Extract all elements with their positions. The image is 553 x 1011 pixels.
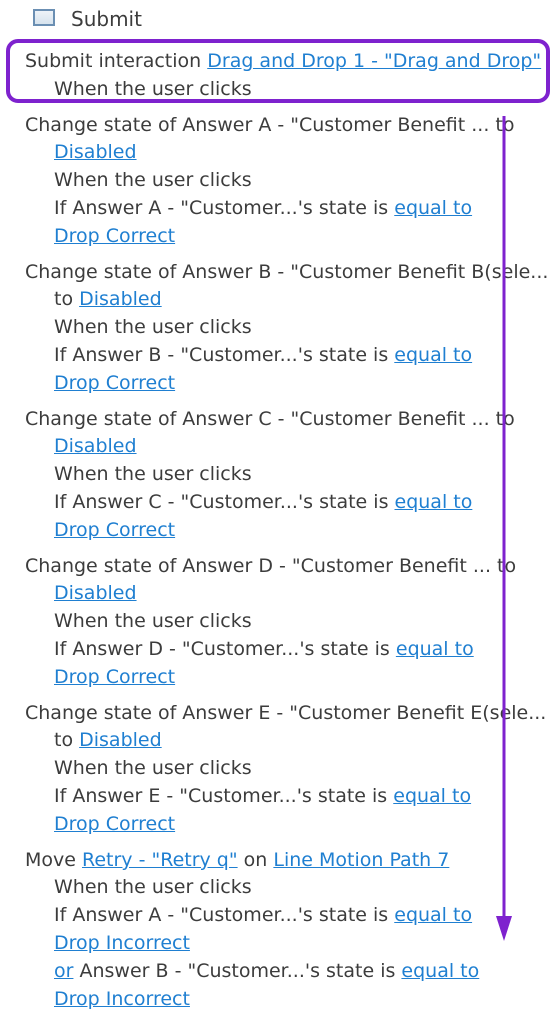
action-link[interactable]: equal to <box>395 491 473 513</box>
action-detail-line: If Answer A - "Customer...'s state is eq… <box>54 903 472 927</box>
action-text: on <box>237 849 274 871</box>
action-title-line: Change state of Answer B - "Customer Ben… <box>25 260 548 284</box>
action-detail-line: Drop Correct <box>54 224 175 248</box>
action-link[interactable]: Drop Correct <box>54 372 175 394</box>
action-detail-line: or Answer B - "Customer...'s state is eq… <box>54 959 479 983</box>
action-text: When the user clicks <box>54 757 252 779</box>
action-link[interactable]: Drop Correct <box>54 519 175 541</box>
action-link[interactable]: Drop Correct <box>54 813 175 835</box>
action-detail-line: When the user clicks <box>54 462 252 486</box>
action-link[interactable]: equal to <box>394 344 472 366</box>
checkbox-icon <box>33 9 55 26</box>
action-link[interactable]: Disabled <box>79 288 162 310</box>
action-detail-line: If Answer C - "Customer...'s state is eq… <box>54 490 472 514</box>
action-detail-line: Drop Incorrect <box>54 987 190 1011</box>
action-detail-line: Drop Correct <box>54 518 175 542</box>
action-text: If Answer C - "Customer...'s state is <box>54 491 395 513</box>
action-title-line: Change state of Answer C - "Customer Ben… <box>25 407 515 431</box>
action-detail-line: When the user clicks <box>54 756 252 780</box>
action-link[interactable]: Disabled <box>54 141 137 163</box>
action-text: When the user clicks <box>54 316 252 338</box>
action-title-line: Change state of Answer A - "Customer Ben… <box>25 113 514 137</box>
action-link[interactable]: Drop Incorrect <box>54 932 190 954</box>
action-detail-line: When the user clicks <box>54 609 252 633</box>
action-detail-line: When the user clicks <box>54 315 252 339</box>
highlight-box <box>6 39 550 103</box>
action-link[interactable]: Drop Incorrect <box>54 988 190 1010</box>
action-detail-line: If Answer D - "Customer...'s state is eq… <box>54 637 474 661</box>
down-arrow-annotation <box>496 116 512 941</box>
action-link[interactable]: Disabled <box>54 435 137 457</box>
action-link[interactable]: equal to <box>401 960 479 982</box>
action-detail-line: When the user clicks <box>54 875 252 899</box>
action-link[interactable]: Disabled <box>54 582 137 604</box>
action-text: Change state of Answer B - "Customer Ben… <box>25 261 549 283</box>
action-detail-line: Drop Correct <box>54 371 175 395</box>
action-text: Change state of Answer C - "Customer Ben… <box>25 408 515 430</box>
action-text: When the user clicks <box>54 169 252 191</box>
action-text: When the user clicks <box>54 876 252 898</box>
action-title-line: Change state of Answer E - "Customer Ben… <box>25 701 546 725</box>
action-text: Change state of Answer D - "Customer Ben… <box>25 555 517 577</box>
action-text: Move <box>25 849 82 871</box>
action-detail-line: to Disabled <box>54 728 162 752</box>
action-detail-line: Disabled <box>54 140 137 164</box>
action-detail-line: When the user clicks <box>54 168 252 192</box>
action-text: If Answer A - "Customer...'s state is <box>54 197 395 219</box>
action-detail-line: Drop Correct <box>54 812 175 836</box>
action-detail-line: Drop Incorrect <box>54 931 190 955</box>
action-detail-line: Disabled <box>54 434 137 458</box>
action-detail-line: to Disabled <box>54 287 162 311</box>
action-link[interactable]: equal to <box>393 785 471 807</box>
action-link[interactable]: or <box>54 960 73 982</box>
action-text: Change state of Answer E - "Customer Ben… <box>25 702 547 724</box>
action-text: When the user clicks <box>54 610 252 632</box>
action-text: If Answer A - "Customer...'s state is <box>54 904 395 926</box>
action-link[interactable]: Line Motion Path 7 <box>273 849 449 871</box>
action-title-line: Move Retry - "Retry q" on Line Motion Pa… <box>25 848 449 872</box>
action-detail-line: If Answer A - "Customer...'s state is eq… <box>54 196 472 220</box>
action-title-line: Change state of Answer D - "Customer Ben… <box>25 554 516 578</box>
action-link[interactable]: Drop Correct <box>54 666 175 688</box>
action-link[interactable]: equal to <box>396 638 474 660</box>
action-text: to <box>54 729 80 751</box>
action-link[interactable]: Drop Correct <box>54 225 175 247</box>
action-link[interactable]: Retry - "Retry q" <box>82 849 238 871</box>
action-text: If Answer D - "Customer...'s state is <box>54 638 396 660</box>
trigger-label: Submit <box>71 7 142 31</box>
action-link[interactable]: equal to <box>394 197 472 219</box>
action-text: If Answer B - "Customer...'s state is <box>54 344 395 366</box>
action-text: Answer B - "Customer...'s state is <box>73 960 402 982</box>
action-link[interactable]: equal to <box>394 904 472 926</box>
action-detail-line: Drop Correct <box>54 665 175 689</box>
action-detail-line: Disabled <box>54 581 137 605</box>
action-detail-line: If Answer E - "Customer...'s state is eq… <box>54 784 471 808</box>
action-text: Change state of Answer A - "Customer Ben… <box>25 114 515 136</box>
action-text: to <box>54 288 80 310</box>
action-text: When the user clicks <box>54 463 252 485</box>
action-detail-line: If Answer B - "Customer...'s state is eq… <box>54 343 472 367</box>
action-text: If Answer E - "Customer...'s state is <box>54 785 394 807</box>
action-link[interactable]: Disabled <box>79 729 162 751</box>
